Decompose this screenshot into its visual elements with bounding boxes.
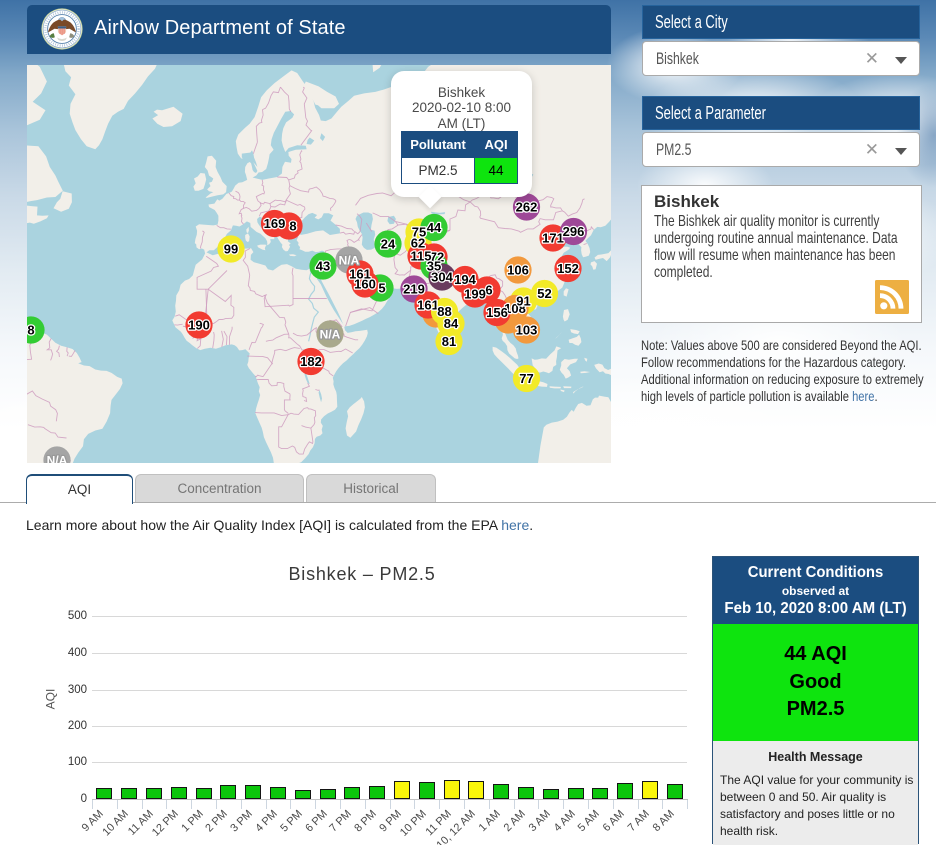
svg-text:182: 182 [300, 354, 322, 369]
svg-text:52: 52 [537, 286, 551, 301]
svg-text:106: 106 [507, 263, 529, 278]
svg-text:44: 44 [427, 220, 442, 235]
svg-text:N/A: N/A [47, 454, 68, 464]
svg-text:194: 194 [454, 272, 476, 287]
svg-text:8: 8 [27, 323, 34, 338]
svg-text:156: 156 [486, 305, 508, 320]
svg-text:5: 5 [378, 281, 385, 296]
svg-text:304: 304 [431, 270, 453, 285]
svg-text:N/A: N/A [339, 254, 360, 268]
svg-text:103: 103 [516, 323, 538, 338]
svg-text:75: 75 [412, 225, 426, 240]
svg-text:99: 99 [224, 242, 238, 257]
svg-text:161: 161 [349, 267, 371, 282]
svg-text:262: 262 [516, 200, 538, 215]
svg-text:43: 43 [316, 259, 330, 274]
svg-text:N/A: N/A [320, 328, 341, 342]
svg-text:8: 8 [289, 219, 296, 234]
svg-text:296: 296 [563, 224, 585, 239]
svg-text:24: 24 [381, 237, 396, 252]
svg-text:190: 190 [188, 318, 210, 333]
svg-text:171: 171 [542, 231, 564, 246]
svg-text:6: 6 [485, 283, 492, 298]
svg-text:219: 219 [403, 282, 425, 297]
svg-text:199: 199 [464, 287, 486, 302]
svg-text:81: 81 [442, 334, 456, 349]
svg-text:84: 84 [444, 316, 459, 331]
svg-text:169: 169 [264, 216, 286, 231]
svg-text:161: 161 [417, 298, 439, 313]
svg-text:91: 91 [516, 294, 530, 309]
svg-text:77: 77 [519, 371, 533, 386]
svg-text:152: 152 [557, 261, 579, 276]
